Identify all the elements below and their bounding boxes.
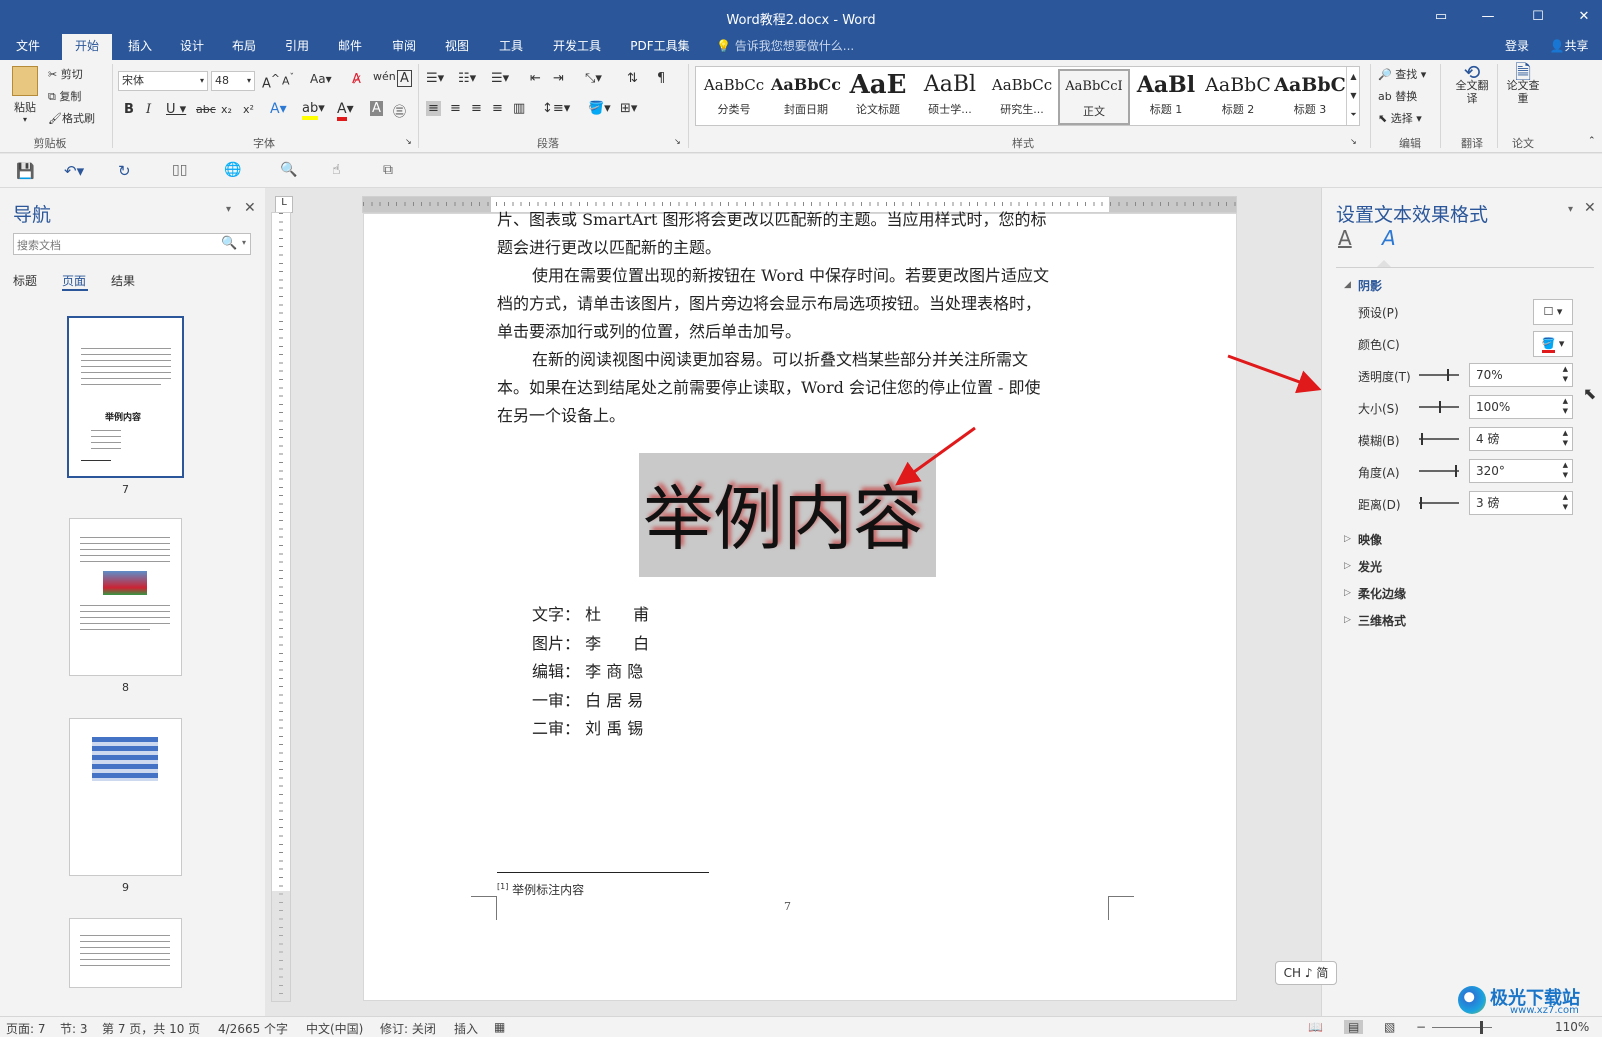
status-page[interactable]: 页面: 7 xyxy=(6,1020,46,1037)
text-fill-outline-icon[interactable]: A xyxy=(1338,226,1352,250)
section-shadow[interactable]: 阴影 xyxy=(1358,277,1382,294)
paint-bucket-icon: 🪣 xyxy=(1541,337,1556,353)
text-effects-icon[interactable]: A xyxy=(1382,226,1396,250)
ime-indicator[interactable]: CH ♪ 简 xyxy=(1275,961,1337,985)
macro-record-icon[interactable]: ▦ xyxy=(494,1020,505,1034)
status-pages[interactable]: 第 7 页，共 10 页 xyxy=(102,1020,200,1037)
format-text-effects-pane: 设置文本效果格式 ▾ ✕ A A ◢ 阴影 预设(P) ☐ ▾ 颜色(C) 🪣 … xyxy=(1321,188,1602,1016)
section-glow[interactable]: 发光 xyxy=(1358,558,1382,575)
angle-slider[interactable] xyxy=(1419,465,1459,477)
prop-angle: 角度(A) 320° ▲ ▼ xyxy=(1322,459,1602,485)
status-words[interactable]: 4/2665 个字 xyxy=(218,1020,288,1037)
transparency-slider[interactable] xyxy=(1419,369,1459,381)
logo-icon xyxy=(1458,986,1486,1014)
status-track-changes[interactable]: 修订: 关闭 xyxy=(380,1020,436,1037)
prop-preset: 预设(P) ☐ ▾ xyxy=(1322,299,1602,325)
watermark-url: www.xz7.com xyxy=(1510,1005,1579,1016)
mouse-cursor-icon: ⬉ xyxy=(1583,384,1597,403)
zoom-slider[interactable] xyxy=(1432,1027,1492,1028)
distance-slider[interactable] xyxy=(1419,497,1459,509)
pane-options-icon[interactable]: ▾ xyxy=(1568,204,1573,215)
prop-distance: 距离(D) 3 磅 ▲ ▼ xyxy=(1322,491,1602,517)
status-insert-mode[interactable]: 插入 xyxy=(454,1020,478,1037)
collapsed-icon: ▷ xyxy=(1344,561,1351,571)
prop-size: 大小(S) 100% ▲ ▼ xyxy=(1322,395,1602,421)
expanded-icon: ◢ xyxy=(1344,280,1351,290)
section-3d-format[interactable]: 三维格式 xyxy=(1358,612,1406,629)
preset-dropdown[interactable]: ☐ ▾ xyxy=(1533,299,1573,325)
web-layout-status-icon[interactable]: ▧ xyxy=(1384,1020,1395,1034)
status-section[interactable]: 节: 3 xyxy=(60,1020,88,1037)
pane-close-icon[interactable]: ✕ xyxy=(1584,200,1596,216)
section-reflection[interactable]: 映像 xyxy=(1358,531,1382,548)
arrow-to-transparency xyxy=(1227,354,1322,394)
blur-slider[interactable] xyxy=(1419,433,1459,445)
distance-spinner[interactable]: 3 磅 ▲ ▼ xyxy=(1469,491,1573,515)
print-layout-icon[interactable]: ▤ xyxy=(1344,1020,1364,1034)
pane-title: 设置文本效果格式 xyxy=(1336,204,1489,226)
color-dropdown[interactable]: 🪣 ▾ xyxy=(1533,331,1573,357)
prop-color: 颜色(C) 🪣 ▾ xyxy=(1322,331,1602,357)
status-bar: 页面: 7 节: 3 第 7 页，共 10 页 4/2665 个字 中文(中国)… xyxy=(0,1016,1602,1037)
status-language[interactable]: 中文(中国) xyxy=(306,1020,363,1037)
read-mode-icon[interactable]: 📖 xyxy=(1308,1020,1323,1034)
watermark-logo: 极光下载站 www.xz7.com xyxy=(1458,984,1600,1016)
zoom-slider-thumb[interactable] xyxy=(1480,1021,1483,1034)
collapsed-icon: ▷ xyxy=(1344,534,1351,544)
section-soft-edges[interactable]: 柔化边缘 xyxy=(1358,585,1406,602)
collapsed-icon: ▷ xyxy=(1344,615,1351,625)
zoom-out-icon[interactable]: − xyxy=(1416,1020,1426,1034)
blur-spinner[interactable]: 4 磅 ▲ ▼ xyxy=(1469,427,1573,451)
prop-transparency: 透明度(T) 70% ▲ ▼ xyxy=(1322,363,1602,389)
prop-blur: 模糊(B) 4 磅 ▲ ▼ xyxy=(1322,427,1602,453)
size-slider[interactable] xyxy=(1419,401,1459,413)
size-spinner[interactable]: 100% ▲ ▼ xyxy=(1469,395,1573,419)
status-zoom[interactable]: 110% xyxy=(1555,1020,1589,1034)
collapsed-icon: ▷ xyxy=(1344,588,1351,598)
arrow-to-heading xyxy=(895,426,976,486)
transparency-spinner[interactable]: 70% ▲ ▼ xyxy=(1469,363,1573,387)
angle-spinner[interactable]: 320° ▲ ▼ xyxy=(1469,459,1573,483)
